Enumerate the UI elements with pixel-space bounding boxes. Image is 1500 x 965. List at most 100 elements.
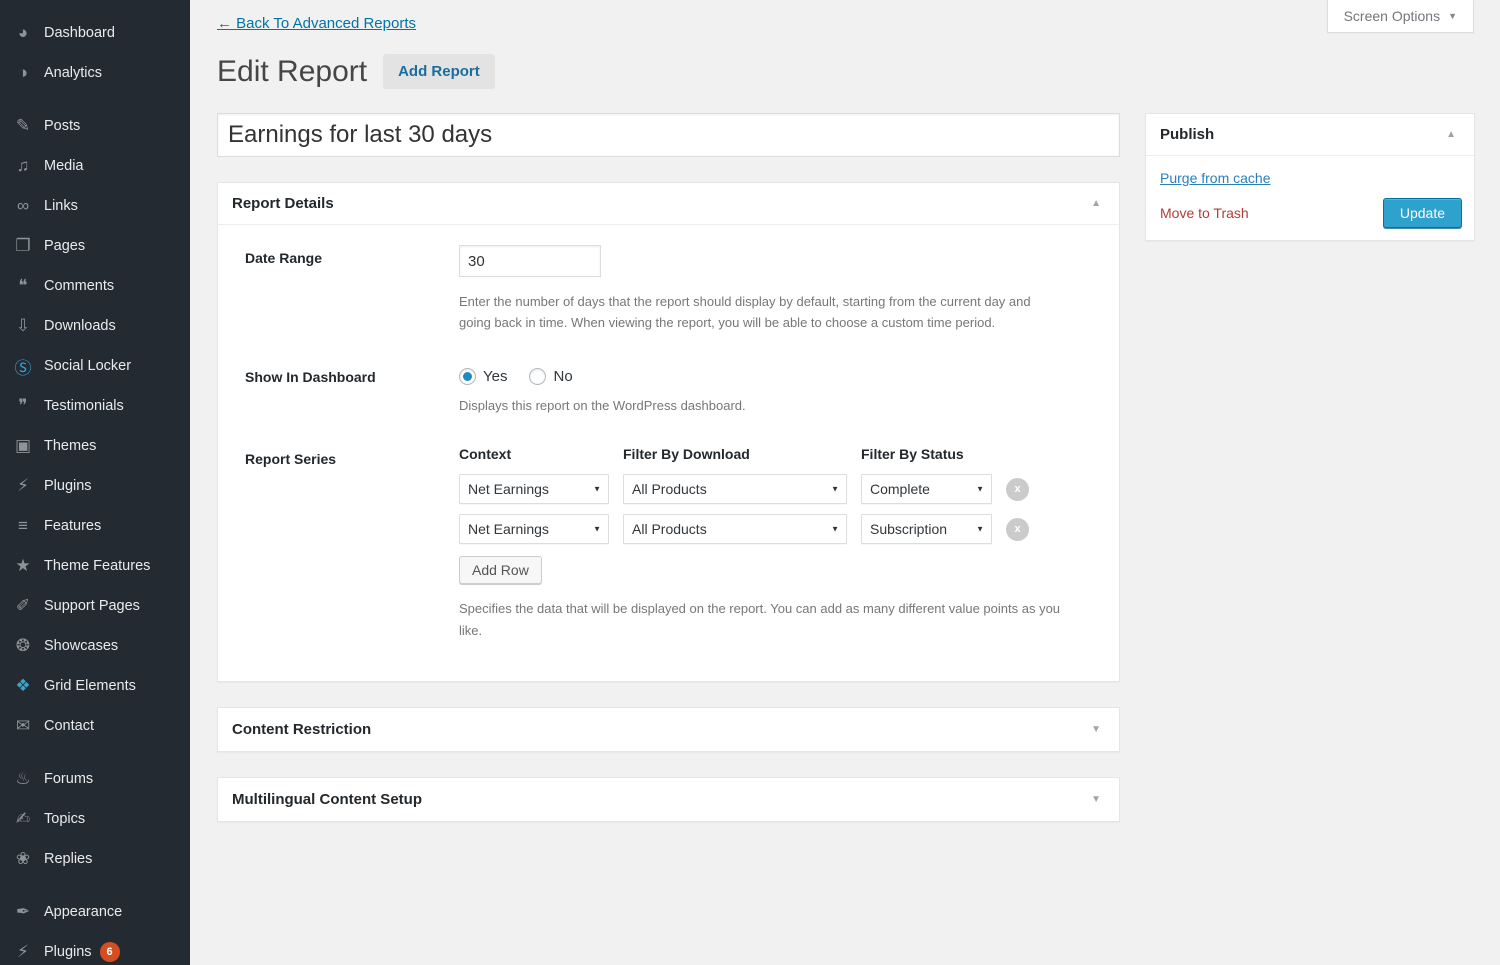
report-series-grid: ContextFilter By DownloadFilter By Statu… xyxy=(459,446,1061,544)
context-select-wrap: Net Earnings xyxy=(459,514,609,544)
filter-by-download-select[interactable]: All Products xyxy=(623,474,847,504)
context-select[interactable]: Net Earnings xyxy=(459,514,609,544)
update-button[interactable]: Update xyxy=(1383,198,1462,228)
publish-header[interactable]: Publish ▲ xyxy=(1146,114,1474,156)
envelope-icon: ✉ xyxy=(12,716,34,736)
sidebar-item-downloads[interactable]: ⇩Downloads xyxy=(0,306,190,346)
sidebar-item-label: Features xyxy=(44,518,101,534)
page-title-row: Edit Report Add Report xyxy=(217,54,1475,89)
content-restriction-title: Content Restriction xyxy=(232,721,371,738)
sidebar-menu-group: ✒Appearance⚡Plugins6 xyxy=(0,892,190,965)
publish-title: Publish xyxy=(1160,126,1214,143)
sidebar-item-links[interactable]: ∞Links xyxy=(0,186,190,226)
plugin-plug-icon: ⚡ xyxy=(12,942,34,962)
report-details-header[interactable]: Report Details ▲ xyxy=(218,183,1119,225)
sidebar-item-appearance[interactable]: ✒Appearance xyxy=(0,892,190,932)
filter-by-download-select[interactable]: All Products xyxy=(623,514,847,544)
sidebar-item-pages[interactable]: ❐Pages xyxy=(0,226,190,266)
back-to-advanced-reports-link[interactable]: ← Back To Advanced Reports xyxy=(217,15,416,32)
sidebar-menu-group: ♨ Forums ✍Topics❀Replies xyxy=(0,759,190,879)
sidebar-item-replies[interactable]: ❀Replies xyxy=(0,839,190,879)
screen-options-tab[interactable]: Screen Options ▼ xyxy=(1327,0,1474,33)
sidebar-item-label: Testimonials xyxy=(44,398,124,414)
sidebar-item-posts[interactable]: ✎Posts xyxy=(0,106,190,146)
sidebar-item-plugins[interactable]: ⚡Plugins xyxy=(0,466,190,506)
add-row-button[interactable]: Add Row xyxy=(459,556,542,584)
sidebar-item-theme-features[interactable]: ★Theme Features xyxy=(0,546,190,586)
media-icon: ♫ xyxy=(12,156,34,176)
edit-columns: Report Details ▲ Date Range Enter the nu… xyxy=(217,113,1475,822)
date-range-input[interactable] xyxy=(459,245,601,277)
page-title: Edit Report xyxy=(217,55,367,88)
show-in-dashboard-description: Displays this report on the WordPress da… xyxy=(459,395,1061,416)
chevron-down-icon: ▼ xyxy=(1448,11,1457,21)
radio-button-icon[interactable] xyxy=(529,368,546,385)
radio-label: Yes xyxy=(483,368,507,385)
sidebar-item-media[interactable]: ♫Media xyxy=(0,146,190,186)
context-select[interactable]: Net Earnings xyxy=(459,474,609,504)
show-in-dashboard-option-no[interactable]: No xyxy=(529,368,572,385)
sidebar-item-label: Plugins xyxy=(44,944,92,960)
move-to-trash-link[interactable]: Move to Trash xyxy=(1160,205,1249,221)
appearance-brush-icon: ✒ xyxy=(12,902,34,922)
graduation-cap-icon: ✐ xyxy=(12,596,34,616)
analytics-icon: ◑ xyxy=(12,63,34,83)
sidebar-item-label: Forums xyxy=(44,771,93,787)
content-restriction-header[interactable]: Content Restriction ▼ xyxy=(218,708,1119,751)
collapse-arrow-icon[interactable]: ▲ xyxy=(1442,129,1460,140)
sidebar-item-label: Pages xyxy=(44,238,85,254)
sidebar-item-label: Contact xyxy=(44,718,94,734)
sidebar-item-support-pages[interactable]: ✐Support Pages xyxy=(0,586,190,626)
award-ribbon-icon: ❂ xyxy=(12,636,34,656)
bee-icon: ❀ xyxy=(12,849,34,869)
remove-series-row-button[interactable]: x xyxy=(1006,478,1029,501)
filter-by-status-select[interactable]: Complete xyxy=(861,474,992,504)
sidebar-item-plugins[interactable]: ⚡Plugins6 xyxy=(0,932,190,965)
collapse-arrow-icon[interactable]: ▲ xyxy=(1087,198,1105,209)
collapse-arrow-icon[interactable]: ▼ xyxy=(1087,724,1105,735)
date-range-label: Date Range xyxy=(218,245,459,334)
sidebar-item-features[interactable]: ≡ Features xyxy=(0,506,190,546)
app-window: ◕Dashboard◑Analytics ✎Posts♫Media∞Links❐P… xyxy=(0,0,1500,965)
collapsed-panels: Content Restriction▼Multilingual Content… xyxy=(217,707,1120,822)
sidebar-item-label: Posts xyxy=(44,118,80,134)
sidebar-item-comments[interactable]: ❝Comments xyxy=(0,266,190,306)
add-report-button[interactable]: Add Report xyxy=(383,54,495,89)
sidebar-item-analytics[interactable]: ◑Analytics xyxy=(0,53,190,93)
beehive-icon: ♨ xyxy=(12,769,34,789)
sidebar-item-label: Grid Elements xyxy=(44,678,136,694)
remove-series-row-button[interactable]: x xyxy=(1006,518,1029,541)
sidebar-item-label: Themes xyxy=(44,438,96,454)
sidebar-item-forums[interactable]: ♨ Forums xyxy=(0,759,190,799)
show-in-dashboard-option-yes[interactable]: Yes xyxy=(459,368,507,385)
grid-elements-icon: ❖ xyxy=(12,676,34,696)
sidebar-item-social-locker[interactable]: ⓈSocial Locker xyxy=(0,346,190,386)
comment-bubble-icon: ❝ xyxy=(12,276,34,296)
multilingual-content-setup-header[interactable]: Multilingual Content Setup▼ xyxy=(218,778,1119,821)
radio-label: No xyxy=(553,368,572,385)
filter-by-status-select[interactable]: Subscription xyxy=(861,514,992,544)
show-in-dashboard-radio-group: Yes No xyxy=(459,364,1061,385)
purge-from-cache-link[interactable]: Purge from cache xyxy=(1160,170,1271,186)
context-select-wrap: Net Earnings xyxy=(459,474,609,504)
social-locker-shield-icon: Ⓢ xyxy=(12,354,34,379)
sidebar-item-themes[interactable]: ▣Themes xyxy=(0,426,190,466)
admin-sidebar: ◕Dashboard◑Analytics ✎Posts♫Media∞Links❐P… xyxy=(0,0,190,965)
features-list-icon: ≡ xyxy=(12,516,34,536)
sidebar-item-dashboard[interactable]: ◕Dashboard xyxy=(0,13,190,53)
show-in-dashboard-row: Show In Dashboard YesNo Displays this re… xyxy=(218,344,1119,426)
radio-button-icon[interactable] xyxy=(459,368,476,385)
filter-by-status-select-wrap: Complete xyxy=(861,474,992,504)
sidebar-item-contact[interactable]: ✉ Contact xyxy=(0,706,190,746)
date-range-field: Enter the number of days that the report… xyxy=(459,245,1109,334)
sidebar-menu-group: ◕Dashboard◑Analytics xyxy=(0,13,190,93)
sidebar-item-topics[interactable]: ✍Topics xyxy=(0,799,190,839)
collapse-arrow-icon[interactable]: ▼ xyxy=(1087,794,1105,805)
dashboard-icon: ◕ xyxy=(12,23,34,43)
sidebar-item-grid-elements[interactable]: ❖ Grid Elements xyxy=(0,666,190,706)
sidebar-item-showcases[interactable]: ❂Showcases xyxy=(0,626,190,666)
report-title-input[interactable] xyxy=(217,113,1120,157)
sidebar-item-testimonials[interactable]: ❞ Testimonials xyxy=(0,386,190,426)
testimonials-bubbles-icon: ❞ xyxy=(12,396,34,416)
editor-column: Report Details ▲ Date Range Enter the nu… xyxy=(217,113,1120,822)
